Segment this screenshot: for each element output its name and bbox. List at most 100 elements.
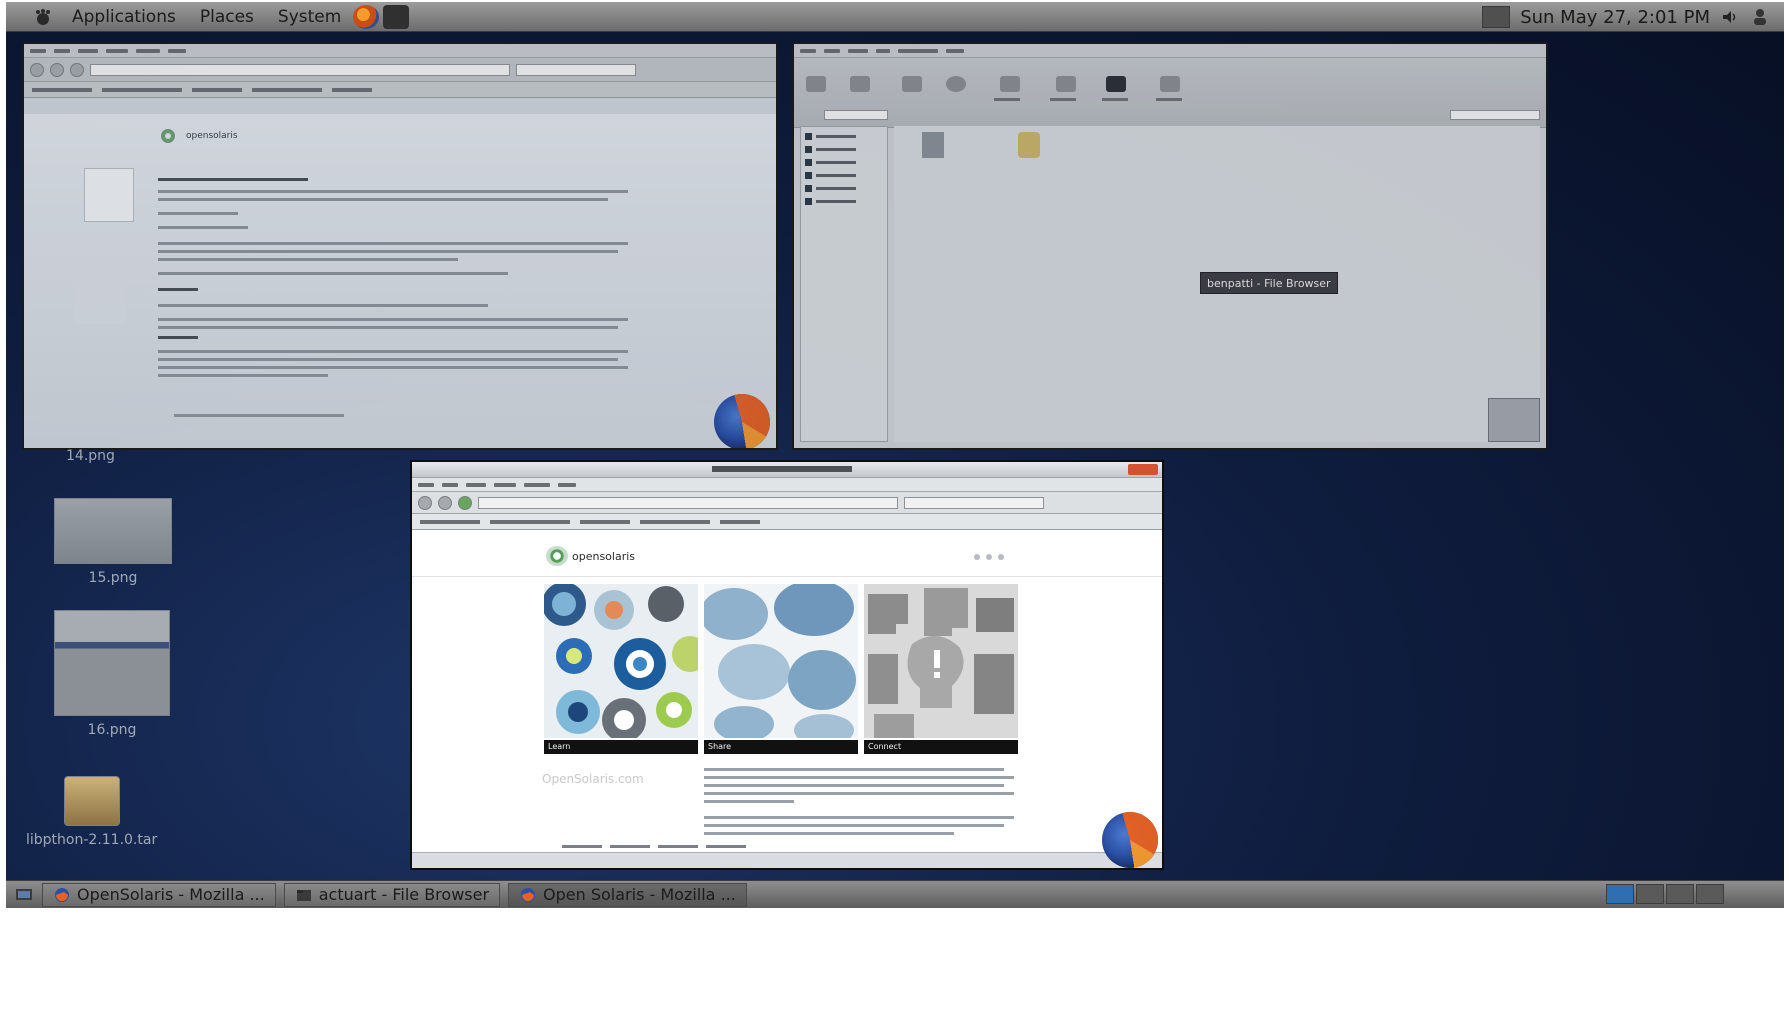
reload-icon[interactable] — [458, 495, 472, 510]
sidebar-item[interactable] — [805, 185, 883, 192]
reload-icon[interactable] — [70, 62, 84, 77]
desktop-icon-label: 14.png — [66, 448, 115, 464]
window-controls[interactable] — [1128, 464, 1158, 475]
window-titlebar[interactable] — [412, 462, 1162, 478]
home-icon[interactable] — [1056, 76, 1076, 92]
sidebar-item[interactable] — [805, 198, 883, 205]
opensolaris-com-link[interactable]: OpenSolaris.com — [542, 772, 644, 786]
drive-icon[interactable] — [1488, 398, 1540, 442]
panel-launchers — [353, 4, 410, 29]
system-menu[interactable]: System — [266, 7, 353, 27]
mail-icon[interactable] — [986, 554, 992, 560]
logo-text: opensolaris — [186, 131, 238, 141]
taskbar-item-main-firefox[interactable]: Open Solaris - Mozilla ... — [508, 882, 747, 907]
content-image — [74, 278, 126, 324]
firefox-launcher-icon[interactable] — [353, 4, 380, 29]
task-label: Open Solaris - Mozilla ... — [543, 885, 736, 904]
navigation-toolbar — [24, 58, 776, 82]
share-icon[interactable] — [998, 554, 1004, 560]
image-thumbnail — [54, 610, 170, 716]
forward-icon[interactable] — [850, 76, 870, 92]
computer-icon[interactable] — [1106, 76, 1126, 92]
places-menu[interactable]: Places — [188, 7, 266, 27]
file-pane[interactable]: benpatti - File Browser — [894, 126, 1540, 442]
up-icon[interactable] — [902, 76, 922, 92]
applications-menu[interactable]: Applications — [60, 7, 188, 27]
back-icon[interactable] — [418, 495, 432, 510]
menu-bar[interactable] — [794, 44, 1546, 58]
status-bar — [412, 852, 1162, 868]
page-tools — [974, 554, 1004, 560]
terminal-launcher-icon[interactable] — [383, 4, 410, 29]
learn-tile-image[interactable] — [544, 584, 698, 738]
connect-label[interactable]: Connect — [864, 740, 1018, 754]
forward-icon[interactable] — [50, 62, 64, 77]
screen-margin — [6, 908, 1784, 1028]
opensolaris-logo: opensolaris — [158, 128, 238, 144]
workspace-2[interactable] — [1636, 884, 1664, 904]
window-tooltip: benpatti - File Browser — [1200, 272, 1338, 294]
learn-label[interactable]: Learn — [544, 740, 698, 754]
page-content: opensolaris — [24, 114, 776, 448]
firefox-icon — [519, 886, 537, 904]
folder-icon[interactable] — [922, 132, 944, 158]
firefox-icon — [53, 886, 71, 904]
menu-bar[interactable] — [24, 44, 776, 58]
gnome-foot-icon[interactable] — [32, 6, 54, 28]
top-panel: Applications Places System Sun May 27, 2… — [6, 2, 1784, 32]
share-tile-image[interactable] — [704, 584, 858, 738]
firefox-logo-icon — [714, 394, 770, 448]
file-browser-window[interactable]: benpatti - File Browser — [792, 42, 1548, 450]
search-bar[interactable] — [904, 496, 1044, 509]
url-bar[interactable] — [90, 63, 510, 76]
print-icon[interactable] — [974, 554, 980, 560]
sidebar-item[interactable] — [805, 133, 883, 140]
desktop-icon[interactable]: 14.png — [66, 442, 115, 464]
workspace-1[interactable] — [1606, 884, 1634, 904]
connect-tile-image[interactable] — [864, 584, 1018, 738]
clock[interactable]: Sun May 27, 2:01 PM — [1520, 7, 1710, 28]
reload-icon[interactable] — [1000, 76, 1020, 92]
sidebar-item[interactable] — [805, 159, 883, 166]
bottom-panel: OpenSolaris - Mozilla ... actuart - File… — [6, 880, 1784, 908]
desktop-icon[interactable]: libpthon-2.11.0.tar — [26, 776, 157, 848]
opensolaris-logo[interactable]: opensolaris — [546, 546, 635, 566]
taskbar-item-opensolaris-firefox[interactable]: OpenSolaris - Mozilla ... — [42, 882, 276, 907]
workspace-4[interactable] — [1696, 884, 1724, 904]
forward-icon[interactable] — [438, 495, 452, 510]
share-label[interactable]: Share — [704, 740, 858, 754]
desktop-icon[interactable]: 15.png — [54, 498, 172, 586]
stop-icon[interactable] — [946, 76, 966, 92]
network-icon[interactable] — [1482, 6, 1511, 28]
sidebar-item[interactable] — [805, 146, 883, 153]
back-icon[interactable] — [806, 76, 826, 92]
bookmarks-toolbar — [412, 514, 1162, 530]
bookmarks-toolbar — [24, 82, 776, 98]
desktop-icon-label: 16.png — [87, 722, 137, 738]
firefox-window-opensolaris[interactable]: opensolaris — [22, 42, 778, 450]
opensolaris-logo-icon — [546, 546, 568, 566]
sidebar-item[interactable] — [805, 172, 883, 179]
workspace-3[interactable] — [1666, 884, 1694, 904]
desktop-icon[interactable]: 16.png — [54, 610, 170, 738]
zoom-control[interactable] — [1450, 110, 1540, 120]
archive-icon[interactable] — [1018, 132, 1040, 158]
firefox-window-main[interactable]: opensolaris Learn Share Connect OpenSola… — [410, 460, 1164, 870]
desktop: Applications Places System Sun May 27, 2… — [6, 2, 1784, 1028]
firefox-logo-icon — [1102, 812, 1158, 868]
user-switcher-icon[interactable] — [1750, 7, 1770, 27]
url-bar[interactable] — [478, 496, 898, 509]
search-icon[interactable] — [1160, 76, 1180, 92]
location-bar[interactable] — [824, 110, 888, 120]
volume-icon[interactable] — [1720, 7, 1740, 27]
taskbar-item-file-browser[interactable]: actuart - File Browser — [283, 882, 501, 907]
task-label: actuart - File Browser — [318, 885, 490, 904]
workspace-switcher[interactable] — [1606, 884, 1724, 904]
menu-bar[interactable] — [412, 478, 1162, 492]
footer-links — [562, 845, 746, 848]
search-bar[interactable] — [516, 63, 636, 76]
places-sidebar — [800, 126, 888, 442]
back-icon[interactable] — [30, 62, 44, 77]
show-desktop-icon[interactable] — [14, 886, 34, 904]
archive-icon — [63, 776, 120, 826]
